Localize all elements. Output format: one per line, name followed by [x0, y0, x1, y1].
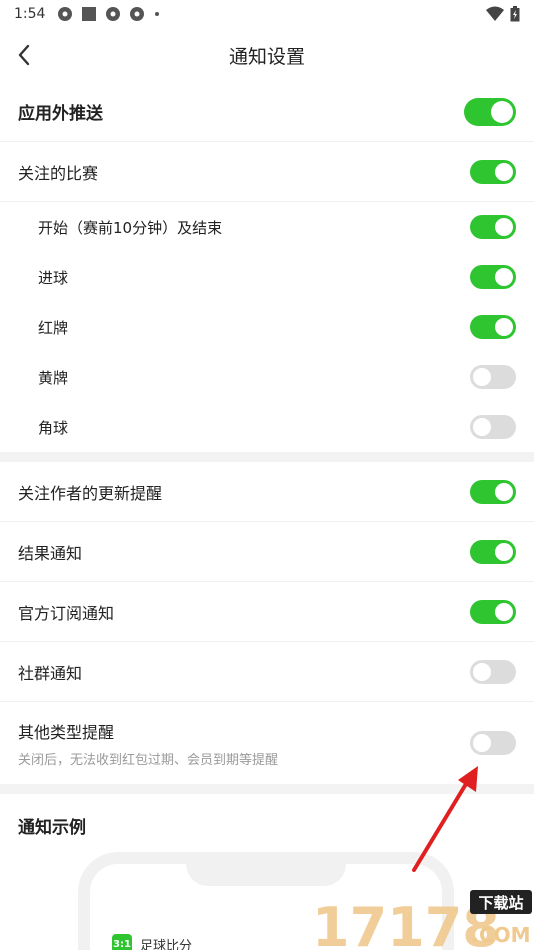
football-icon [106, 7, 121, 21]
results-toggle[interactable] [470, 539, 516, 564]
setting-row-results: 结果通知 [0, 522, 534, 582]
back-button[interactable] [8, 39, 40, 71]
official-subscription-toggle[interactable] [470, 599, 516, 624]
battery-icon [510, 6, 520, 22]
setting-label: 应用外推送 [18, 104, 103, 124]
section-divider [0, 452, 534, 462]
setting-label: 红牌 [38, 318, 69, 337]
red-card-toggle[interactable] [470, 315, 516, 339]
watermark-tag: 下载站 [478, 894, 523, 912]
status-right [486, 6, 520, 22]
more-dot-icon [155, 12, 160, 16]
goal-toggle[interactable] [470, 265, 516, 289]
red-arrow-annotation [412, 766, 478, 872]
setting-label: 社群通知 [18, 663, 83, 683]
setting-row-community: 社群通知 [0, 642, 534, 702]
status-time: 1:54 [14, 6, 46, 22]
toggle-knob [473, 662, 491, 681]
yellow-card-toggle[interactable] [470, 365, 516, 389]
status-bar: 1:54 [0, 0, 534, 28]
app-square-icon [82, 7, 97, 21]
toggle-knob [495, 542, 513, 561]
setting-label: 其他类型提醒 [18, 722, 115, 742]
watermark-logo: 17178 下载站 .COM [312, 890, 532, 950]
setting-label: 关注作者的更新提醒 [18, 483, 163, 503]
toggle-knob [473, 368, 491, 386]
setting-row-corner: 角球 [0, 402, 534, 452]
page-title: 通知设置 [228, 45, 305, 68]
toggle-knob [495, 218, 513, 236]
toggle-knob [495, 318, 513, 336]
setting-label: 结果通知 [18, 543, 83, 563]
community-toggle[interactable] [470, 659, 516, 684]
author-updates-toggle[interactable] [470, 479, 516, 504]
phone-notch [186, 852, 346, 886]
setting-row-goal: 进球 [0, 252, 534, 302]
app-name: 足球比分 [140, 938, 193, 950]
toggle-knob [491, 100, 513, 123]
toggle-knob [495, 482, 513, 501]
football-icon [130, 7, 145, 21]
setting-row-red-card: 红牌 [0, 302, 534, 352]
toggle-knob [495, 162, 513, 181]
setting-row-start-end: 开始（赛前10分钟）及结束 [0, 202, 534, 252]
setting-texts: 其他类型提醒 关闭后，无法收到红包过期、会员到期等提醒 [18, 719, 278, 768]
start-end-toggle[interactable] [470, 215, 516, 239]
toggle-knob [473, 418, 491, 436]
toggle-knob [495, 602, 513, 621]
setting-label: 角球 [38, 418, 69, 437]
setting-row-push: 应用外推送 [0, 82, 534, 142]
toggle-knob [495, 268, 513, 286]
setting-label: 关注的比赛 [18, 163, 99, 183]
push-toggle[interactable] [464, 97, 516, 126]
setting-row-author-updates: 关注作者的更新提醒 [0, 462, 534, 522]
setting-label: 黄牌 [38, 368, 69, 387]
setting-row-yellow-card: 黄牌 [0, 352, 534, 402]
football-icon [58, 7, 73, 21]
setting-label: 官方订阅通知 [18, 603, 115, 623]
setting-row-official-subscription: 官方订阅通知 [0, 582, 534, 642]
wifi-icon [486, 6, 504, 21]
setting-description: 关闭后，无法收到红包过期、会员到期等提醒 [18, 752, 279, 768]
app-icon: 3:1 [112, 934, 132, 950]
other-reminders-toggle[interactable] [470, 731, 516, 755]
setting-label: 开始（赛前10分钟）及结束 [38, 218, 223, 237]
page-header: 通知设置 [0, 28, 534, 82]
status-notification-icons [57, 6, 161, 22]
corner-toggle[interactable] [470, 415, 516, 439]
toggle-knob [473, 734, 491, 752]
back-arrow-icon [18, 44, 30, 66]
setting-label: 进球 [38, 268, 69, 287]
watermark-domain: .COM [471, 923, 530, 947]
followed-matches-toggle[interactable] [470, 159, 516, 184]
setting-row-followed-matches: 关注的比赛 [0, 142, 534, 202]
